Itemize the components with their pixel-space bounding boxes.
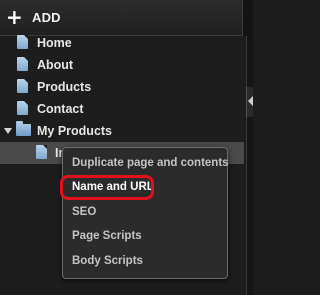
- tree-item-label: About: [37, 58, 74, 72]
- tree-item-label: Products: [37, 80, 92, 94]
- plus-icon[interactable]: +: [6, 7, 23, 27]
- page-icon: [17, 35, 28, 49]
- tree-item-about[interactable]: About: [0, 54, 244, 76]
- tree-item-label: My Products: [37, 124, 113, 138]
- menu-item-duplicate[interactable]: Duplicate page and contents: [63, 152, 229, 176]
- menu-item-label: Body Scripts: [72, 255, 143, 267]
- tree-item-contact[interactable]: Contact: [0, 98, 244, 120]
- add-toolbar: + ADD: [0, 0, 253, 36]
- panel-divider: [246, 36, 253, 295]
- tree-item-home[interactable]: Home: [0, 32, 244, 54]
- menu-item-label: SEO: [72, 206, 97, 218]
- context-menu: Duplicate page and contents Name and URL…: [62, 147, 229, 279]
- tree-item-products[interactable]: Products: [0, 76, 244, 98]
- collapse-panel-handle[interactable]: [246, 87, 253, 117]
- add-button[interactable]: ADD: [32, 10, 61, 25]
- page-icon: [36, 145, 47, 159]
- annotation-highlight-ring: [60, 175, 154, 200]
- pages-panel: + ADD Home About Products Contact My Pro…: [0, 0, 253, 295]
- expand-caret-icon[interactable]: [4, 128, 12, 134]
- page-icon: [17, 57, 28, 71]
- menu-item-label: Page Scripts: [72, 230, 142, 242]
- page-icon: [17, 101, 28, 115]
- page-icon: [17, 79, 28, 93]
- tree-item-label: Contact: [37, 102, 84, 116]
- tree-item-my-products[interactable]: My Products: [0, 120, 244, 142]
- folder-icon: [16, 121, 31, 136]
- chevron-left-icon: [248, 96, 253, 106]
- menu-item-page-scripts[interactable]: Page Scripts: [63, 225, 227, 249]
- toolbar-edge: [242, 0, 253, 36]
- tree-item-label: Home: [37, 36, 72, 50]
- menu-item-body-scripts[interactable]: Body Scripts: [63, 250, 227, 274]
- menu-item-seo[interactable]: SEO: [63, 201, 227, 225]
- menu-item-label: Duplicate page and contents: [72, 157, 229, 169]
